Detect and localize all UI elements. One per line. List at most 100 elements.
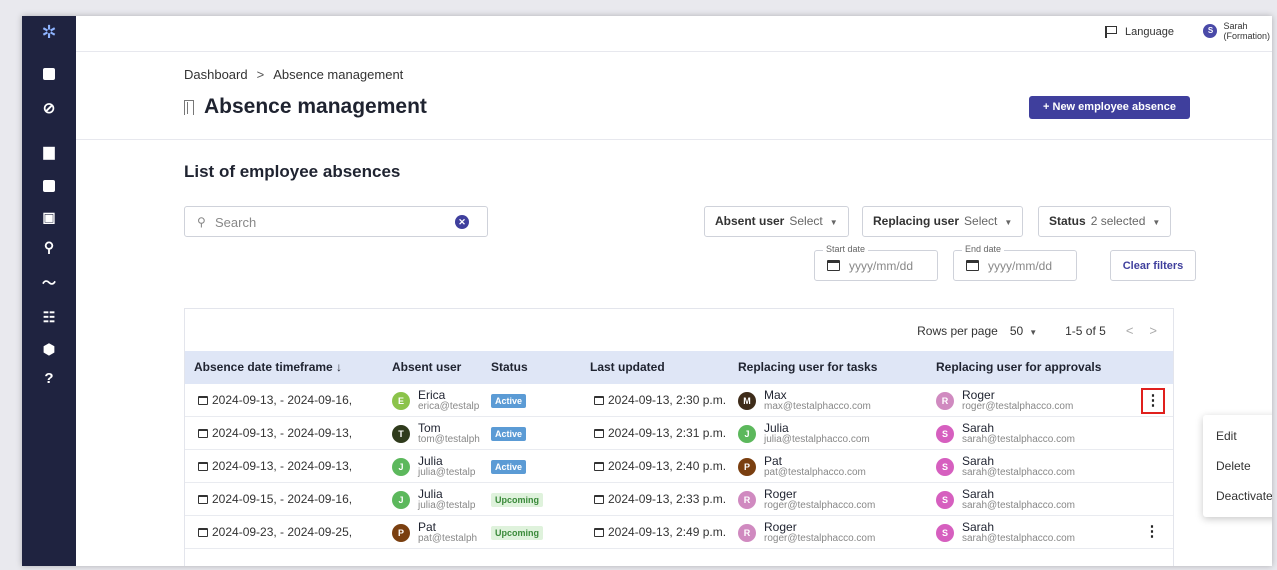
column-header-replacing-tasks[interactable]: Replacing user for tasks: [738, 351, 877, 384]
menu-item-deactivate[interactable]: Deactivate: [1203, 481, 1272, 511]
more-vertical-icon[interactable]: ⋮: [1141, 388, 1165, 414]
status-filter-label: Status: [1049, 214, 1086, 228]
search-icon[interactable]: ⚲: [40, 238, 58, 256]
replacing-user-filter[interactable]: Replacing user Select ▼: [862, 206, 1024, 237]
calendar-icon: [594, 462, 604, 471]
absences-table: Rows per page 50 ▼ 1-5 of 5 < > Absence d…: [184, 308, 1174, 566]
replacing-user-filter-label: Replacing user: [873, 214, 960, 228]
help-icon[interactable]: ?: [40, 370, 58, 388]
replacing-approvals-user-name: Sarah: [962, 519, 995, 534]
avatar: J: [738, 424, 756, 443]
clear-filters-button[interactable]: Clear filters: [1110, 250, 1196, 281]
absent-user-cell: T Tom tom@testalph: [392, 417, 480, 450]
end-date-placeholder: yyyy/mm/dd: [988, 259, 1053, 273]
column-header-absent-user[interactable]: Absent user: [392, 351, 461, 384]
language-selector[interactable]: Language: [1105, 26, 1174, 38]
status-filter[interactable]: Status 2 selected ▼: [1038, 206, 1172, 237]
column-header-last-updated[interactable]: Last updated: [590, 351, 665, 384]
replacing-approvals-user-name: Sarah: [962, 453, 995, 468]
library-icon[interactable]: ▣: [40, 208, 58, 226]
absent-user-filter[interactable]: Absent user Select ▼: [704, 206, 849, 237]
timeframe-cell: 2024-09-15, - 2024-09-16,: [198, 483, 352, 516]
menu-item-edit[interactable]: Edit: [1203, 421, 1272, 451]
replacing-tasks-user-email: roger@testalphacco.com: [764, 532, 876, 544]
replacing-tasks-user-name: Roger: [764, 519, 797, 534]
timeframe-cell: 2024-09-13, - 2024-09-13,: [198, 450, 352, 483]
breadcrumb-current: Absence management: [273, 67, 404, 82]
replacing-approvals-user-email: sarah@testalphacco.com: [962, 532, 1075, 544]
chevron-down-icon: ▼: [1004, 218, 1013, 227]
absent-user-email: pat@testalph: [418, 532, 478, 544]
start-date-label: Start date: [823, 244, 869, 254]
replacing-tasks-user-cell: R Roger roger@testalphacco.com: [738, 483, 875, 516]
timeframe-cell: 2024-09-13, - 2024-09-16,: [198, 384, 352, 417]
messages-icon[interactable]: ▆: [40, 142, 58, 160]
calendar-icon: [198, 462, 208, 471]
logo-icon[interactable]: ✲: [38, 22, 60, 42]
absent-user-email: erica@testalp: [418, 400, 480, 412]
chevron-down-icon: ▼: [1152, 218, 1161, 227]
calendar-icon[interactable]: [966, 260, 979, 271]
main-area: Language S Sarah (Formation) Dashboard > A…: [76, 16, 1272, 566]
column-header-replacing-approvals[interactable]: Replacing user for approvals: [936, 351, 1101, 384]
more-vertical-icon[interactable]: ⋮: [1141, 521, 1163, 543]
prev-page-icon[interactable]: <: [1126, 323, 1134, 338]
end-date-field[interactable]: End date yyyy/mm/dd: [953, 244, 1077, 281]
replacing-approvals-user-email: sarah@testalphacco.com: [962, 466, 1075, 478]
calendar-icon[interactable]: [827, 260, 840, 271]
absent-user-name: Pat: [418, 519, 437, 534]
timeframe-text: 2024-09-23, - 2024-09-25,: [212, 525, 353, 539]
replacing-approvals-user-cell: S Sarah sarah@testalphacco.com: [936, 450, 1075, 483]
sidebar: ✲ ⊘ ▆ ▣ ⚲ 〜 ☷ ⬢ ?: [22, 16, 76, 566]
calendar-icon: [198, 528, 208, 537]
column-header-status[interactable]: Status: [491, 351, 528, 384]
start-date-placeholder: yyyy/mm/dd: [849, 259, 914, 273]
next-page-icon[interactable]: >: [1149, 323, 1157, 338]
trend-icon[interactable]: 〜: [40, 274, 58, 292]
shield-icon[interactable]: ⬢: [40, 340, 58, 358]
flag-icon: [1105, 26, 1118, 38]
sliders-icon[interactable]: ☷: [40, 308, 58, 326]
start-date-field[interactable]: Start date yyyy/mm/dd: [814, 244, 938, 281]
replacing-approvals-user-cell: R Roger roger@testalphacco.com: [936, 384, 1073, 417]
breadcrumb-dashboard[interactable]: Dashboard: [184, 67, 248, 82]
column-header-timeframe[interactable]: Absence date timeframe ↓: [194, 351, 342, 384]
user-menu[interactable]: S Sarah (Formation): [1203, 21, 1270, 41]
timeframe-text: 2024-09-13, - 2024-09-13,: [212, 459, 353, 473]
table-row[interactable]: 2024-09-13, - 2024-09-13, T Tom tom@test…: [185, 417, 1173, 450]
avatar: E: [392, 391, 410, 410]
absent-user-cell: P Pat pat@testalph: [392, 516, 477, 549]
status-cell: Active: [491, 417, 527, 450]
timeframe-cell: 2024-09-23, - 2024-09-25,: [198, 516, 352, 549]
page-title-text: Absence management: [204, 95, 427, 118]
search-input[interactable]: [215, 213, 445, 231]
reports-chart-icon[interactable]: [40, 176, 58, 194]
rows-per-page-select[interactable]: 50 ▼: [1010, 324, 1037, 338]
timeframe-text: 2024-09-15, - 2024-09-16,: [212, 492, 353, 506]
last-updated-cell: 2024-09-13, 2:31 p.m.: [594, 417, 726, 450]
absent-user-email: tom@testalph: [418, 433, 480, 445]
replacing-approvals-user-name: Roger: [962, 387, 995, 402]
absent-user-filter-value: Select: [789, 214, 823, 228]
timeframe-cell: 2024-09-13, - 2024-09-13,: [198, 417, 352, 450]
new-employee-absence-button[interactable]: + New employee absence: [1029, 96, 1190, 119]
table-row[interactable]: 2024-09-23, - 2024-09-25, P Pat pat@test…: [185, 516, 1173, 549]
chevron-down-icon: ▼: [1029, 327, 1038, 337]
clear-search-icon[interactable]: ✕: [455, 215, 469, 229]
dashboard-chart-icon[interactable]: [40, 64, 58, 82]
avatar: S: [936, 490, 954, 509]
menu-item-delete[interactable]: Delete: [1203, 451, 1272, 481]
absent-user-name: Tom: [418, 420, 441, 435]
pagination: Rows per page 50 ▼ 1-5 of 5 < >: [917, 323, 1157, 338]
table-row[interactable]: 2024-09-13, - 2024-09-16, E Erica erica@…: [185, 384, 1173, 417]
replacing-tasks-user-cell: R Roger roger@testalphacco.com: [738, 516, 875, 549]
last-updated-cell: 2024-09-13, 2:30 p.m.: [594, 384, 726, 417]
avatar: T: [392, 424, 410, 443]
last-updated-cell: 2024-09-13, 2:33 p.m.: [594, 483, 726, 516]
absent-user-name: Julia: [418, 486, 443, 501]
check-circle-icon[interactable]: ⊘: [40, 100, 58, 118]
table-row[interactable]: 2024-09-15, - 2024-09-16, J Julia julia@…: [185, 483, 1173, 516]
last-updated-text: 2024-09-13, 2:49 p.m.: [608, 525, 727, 539]
table-row[interactable]: 2024-09-13, - 2024-09-13, J Julia julia@…: [185, 450, 1173, 483]
replacing-tasks-user-email: pat@testalphacco.com: [764, 466, 866, 478]
